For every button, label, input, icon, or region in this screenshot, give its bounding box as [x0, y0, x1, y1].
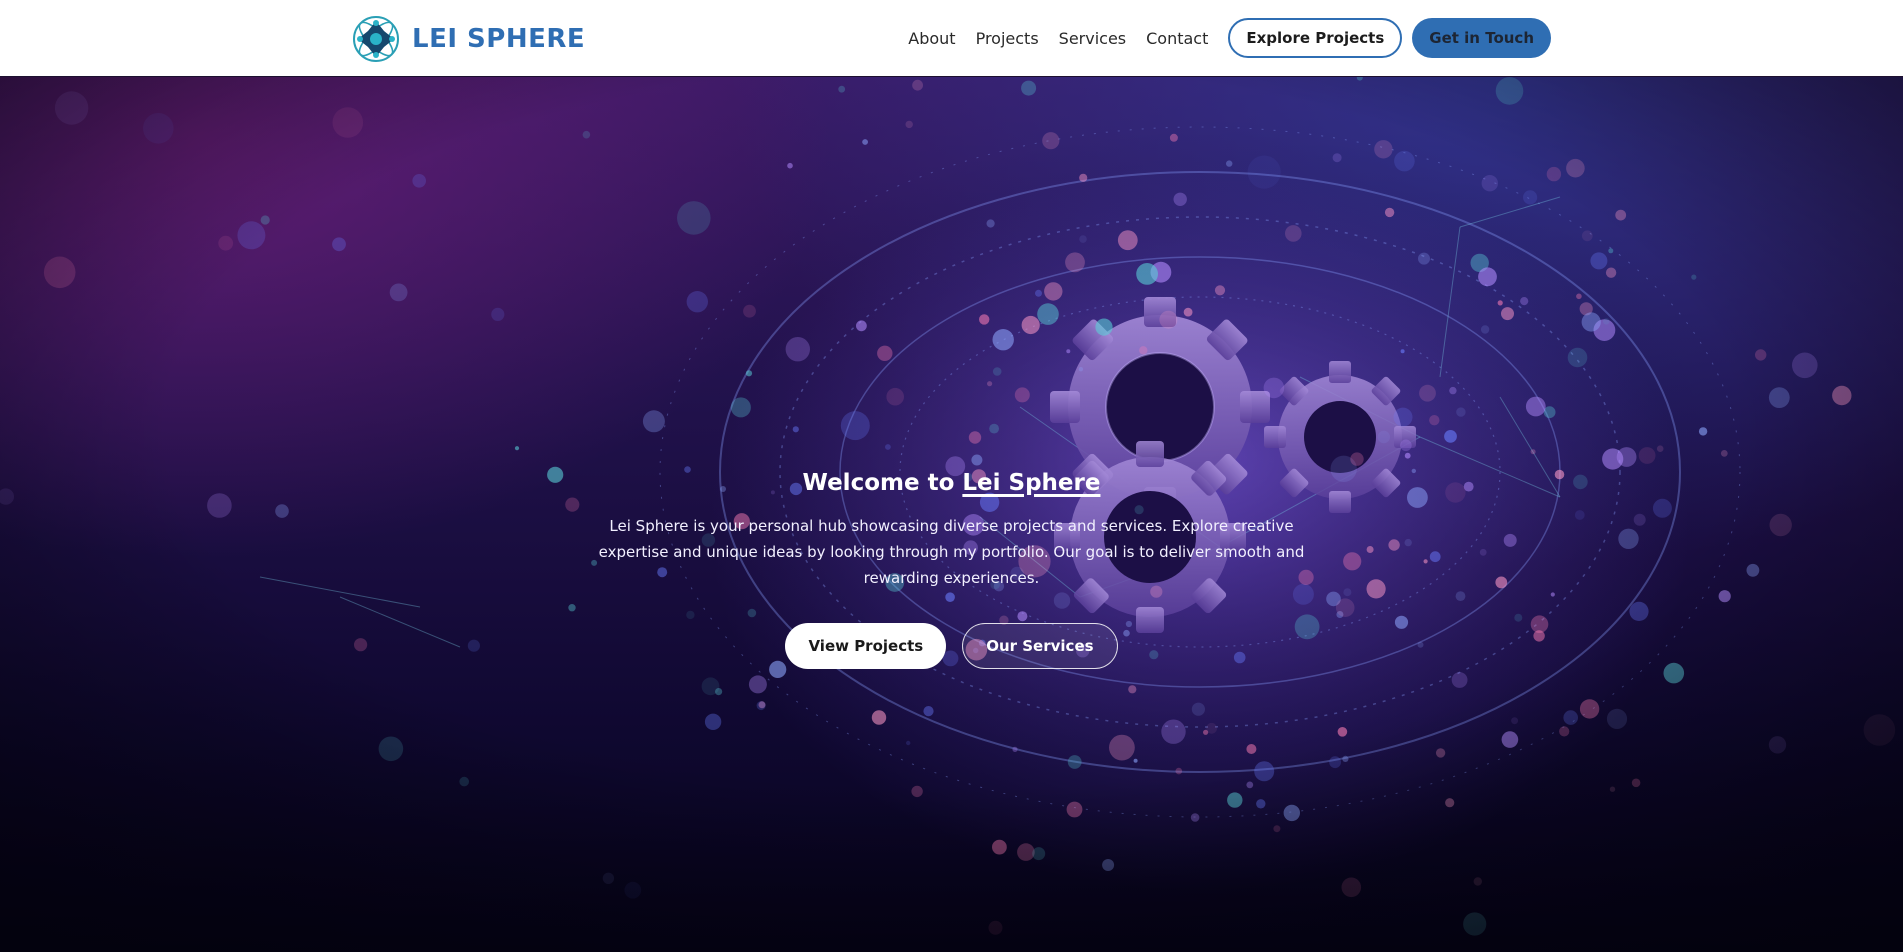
main-nav: About Projects Services Contact Explore … [908, 18, 1551, 58]
nav-link-contact[interactable]: Contact [1146, 29, 1208, 48]
hero-content: Welcome to Lei Sphere Lei Sphere is your… [0, 467, 1903, 669]
get-in-touch-button[interactable]: Get in Touch [1412, 18, 1551, 58]
hero-title: Welcome to Lei Sphere [0, 467, 1903, 499]
nav-link-services[interactable]: Services [1059, 29, 1126, 48]
hero-section: Welcome to Lei Sphere Lei Sphere is your… [0, 77, 1903, 952]
hero-actions: View Projects Our Services [0, 623, 1903, 669]
site-header: LEI SPHERE About Projects Services Conta… [0, 0, 1903, 77]
hero-title-highlight: Lei Sphere [962, 470, 1101, 496]
nav-link-about[interactable]: About [908, 29, 955, 48]
view-projects-button[interactable]: View Projects [785, 623, 947, 669]
brand-home-link[interactable]: LEI SPHERE [350, 13, 585, 65]
sphere-logo-icon [353, 16, 399, 62]
brand-name: LEI SPHERE [412, 24, 586, 54]
nav-link-projects[interactable]: Projects [976, 29, 1039, 48]
hero-title-prefix: Welcome to [802, 470, 963, 496]
explore-projects-button[interactable]: Explore Projects [1228, 18, 1403, 58]
hero-description: Lei Sphere is your personal hub showcasi… [598, 517, 1305, 587]
our-services-button[interactable]: Our Services [962, 623, 1118, 669]
